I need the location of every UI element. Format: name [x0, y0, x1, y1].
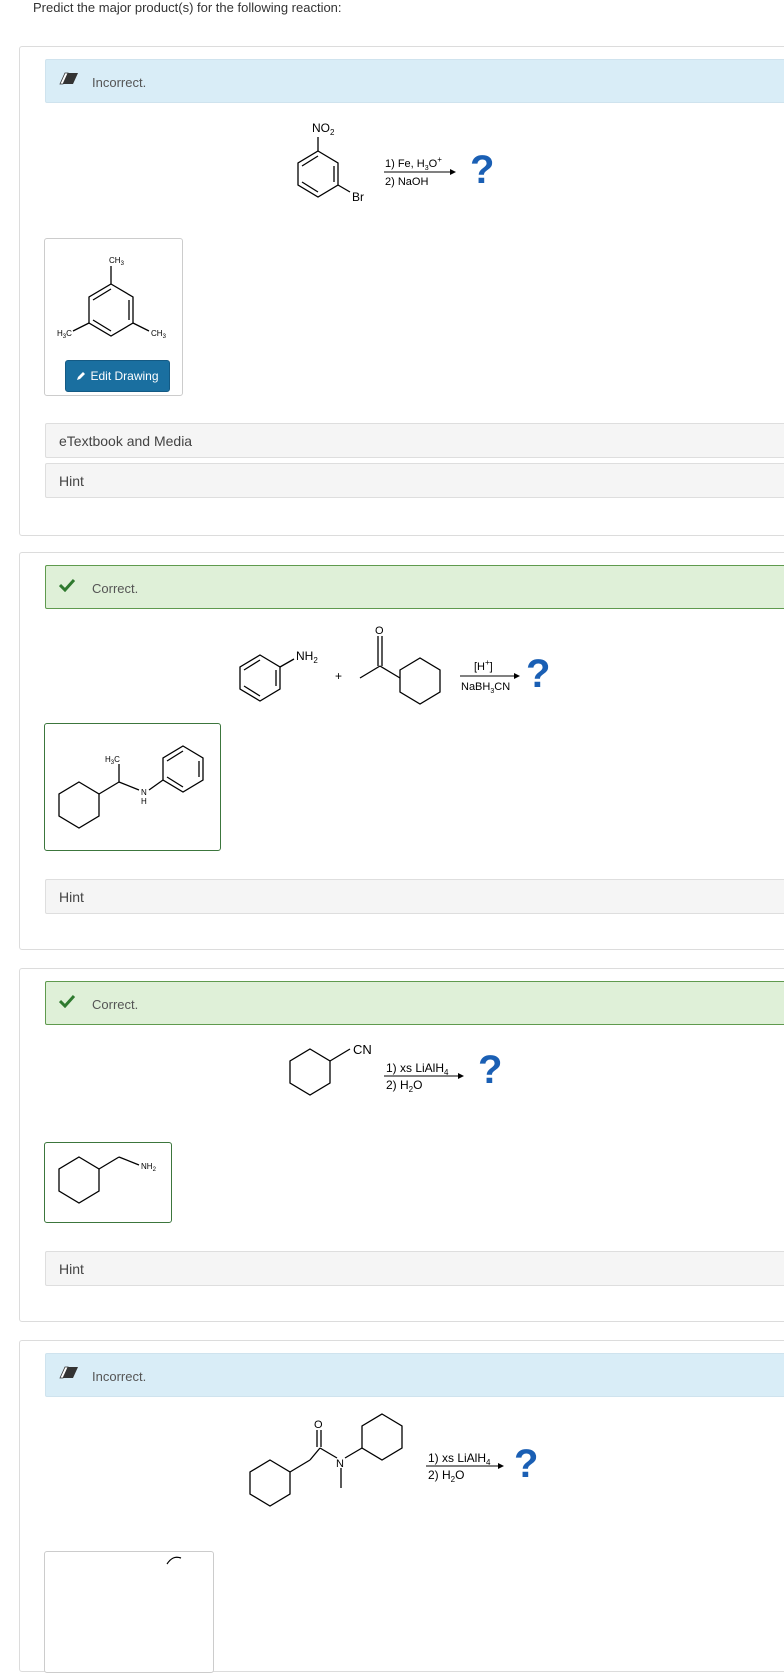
oxygen-label: O — [314, 1419, 323, 1431]
aniline-structure — [239, 654, 295, 702]
nitro-label: NO2 — [312, 121, 335, 137]
hint-bar-3[interactable]: Hint — [45, 1251, 784, 1286]
eraser-icon — [59, 72, 79, 89]
trimethylbenzene-drawing: CH3 H3C CH3 — [57, 256, 167, 340]
h3c-label: H3C — [105, 755, 120, 766]
plus-sign: + — [335, 669, 342, 683]
nitrile-label: CN — [353, 1042, 372, 1057]
amine-label: NH2 — [296, 649, 318, 665]
conditions-line-2: 2) NaOH — [385, 176, 428, 188]
methyl-label-left: H3C — [57, 329, 72, 340]
conditions-line-2: 2) H2O — [428, 1468, 464, 1484]
answer-drawing-box-4 — [44, 1551, 214, 1673]
edit-drawing-label: Edit Drawing — [90, 369, 159, 383]
status-banner-1: Incorrect. — [45, 59, 784, 103]
answer-drawing-box-1: CH3 H3C CH3 Edit Drawing — [44, 238, 183, 396]
status-banner-2: Correct. — [45, 565, 784, 609]
checkmark-icon — [58, 578, 76, 595]
edit-drawing-button[interactable]: Edit Drawing — [65, 360, 170, 392]
status-banner-4: Incorrect. — [45, 1353, 784, 1397]
hint-label: Hint — [59, 473, 84, 489]
unknown-product-question-mark: ? — [514, 1442, 539, 1486]
nitrogen-label: N — [141, 788, 147, 797]
status-text: Correct. — [92, 997, 139, 1012]
etextbook-media-bar[interactable]: eTextbook and Media — [45, 423, 784, 458]
bromo-label: Br — [352, 190, 364, 204]
etextbook-label: eTextbook and Media — [59, 433, 193, 449]
ketone-structure — [359, 636, 441, 705]
reaction-scheme-2: NH2 + O [H+] NaBH3CN — [239, 625, 520, 705]
conditions-line-1: 1) xs LiAlH4 — [386, 1061, 449, 1077]
hint-bar-1[interactable]: Hint — [45, 463, 784, 498]
hint-bar-2[interactable]: Hint — [45, 879, 784, 914]
conditions-line-1: 1) Fe, H3O+ — [385, 155, 442, 172]
answer-drawing-box-3: NH2 — [44, 1142, 172, 1223]
hydrogen-label: H — [141, 797, 147, 806]
pencil-icon — [77, 372, 86, 380]
status-text: Incorrect. — [92, 1369, 147, 1384]
checkmark-icon — [58, 994, 76, 1011]
status-text: Incorrect. — [92, 75, 147, 90]
partial-drawing — [166, 1556, 182, 1565]
oxygen-label: O — [375, 625, 384, 637]
cyclohexylacetonitrile-structure — [289, 1048, 351, 1096]
eraser-icon — [59, 1366, 79, 1383]
conditions-line-2: NaBH3CN — [461, 681, 510, 695]
nitro-bromobenzene-structure — [297, 137, 351, 198]
conditions-line-1: [H+] — [474, 658, 493, 673]
methyl-label-top: CH3 — [109, 256, 125, 267]
page-prompt: Predict the major product(s) for the fol… — [33, 0, 342, 15]
conditions-line-1: 1) xs LiAlH4 — [428, 1451, 491, 1467]
answer-drawing-box-2: H3C N H — [44, 723, 221, 851]
status-text: Correct. — [92, 581, 139, 596]
conditions-line-2: 2) H2O — [386, 1078, 422, 1094]
amine-product-drawing: H3C N H — [58, 745, 204, 829]
amide-structure — [249, 1413, 403, 1507]
status-banner-3: Correct. — [45, 981, 784, 1025]
methyl-label-right: CH3 — [151, 329, 167, 340]
amine-product-drawing: NH2 — [58, 1156, 157, 1204]
amine-label: NH2 — [141, 1162, 157, 1173]
reaction-scheme-1: NO2 Br 1) Fe, H3O+ 2) NaOH — [297, 121, 456, 204]
unknown-product-question-mark: ? — [478, 1048, 503, 1092]
hint-label: Hint — [59, 1261, 84, 1277]
hint-label: Hint — [59, 889, 84, 905]
reaction-scheme-4: O N 1) xs LiAlH4 2) H2O — [249, 1413, 504, 1507]
reaction-scheme-3: CN 1) xs LiAlH4 2) H2O — [289, 1042, 464, 1096]
unknown-product-question-mark: ? — [526, 652, 551, 696]
unknown-product-question-mark: ? — [470, 148, 495, 192]
nitrogen-label: N — [336, 1458, 344, 1470]
